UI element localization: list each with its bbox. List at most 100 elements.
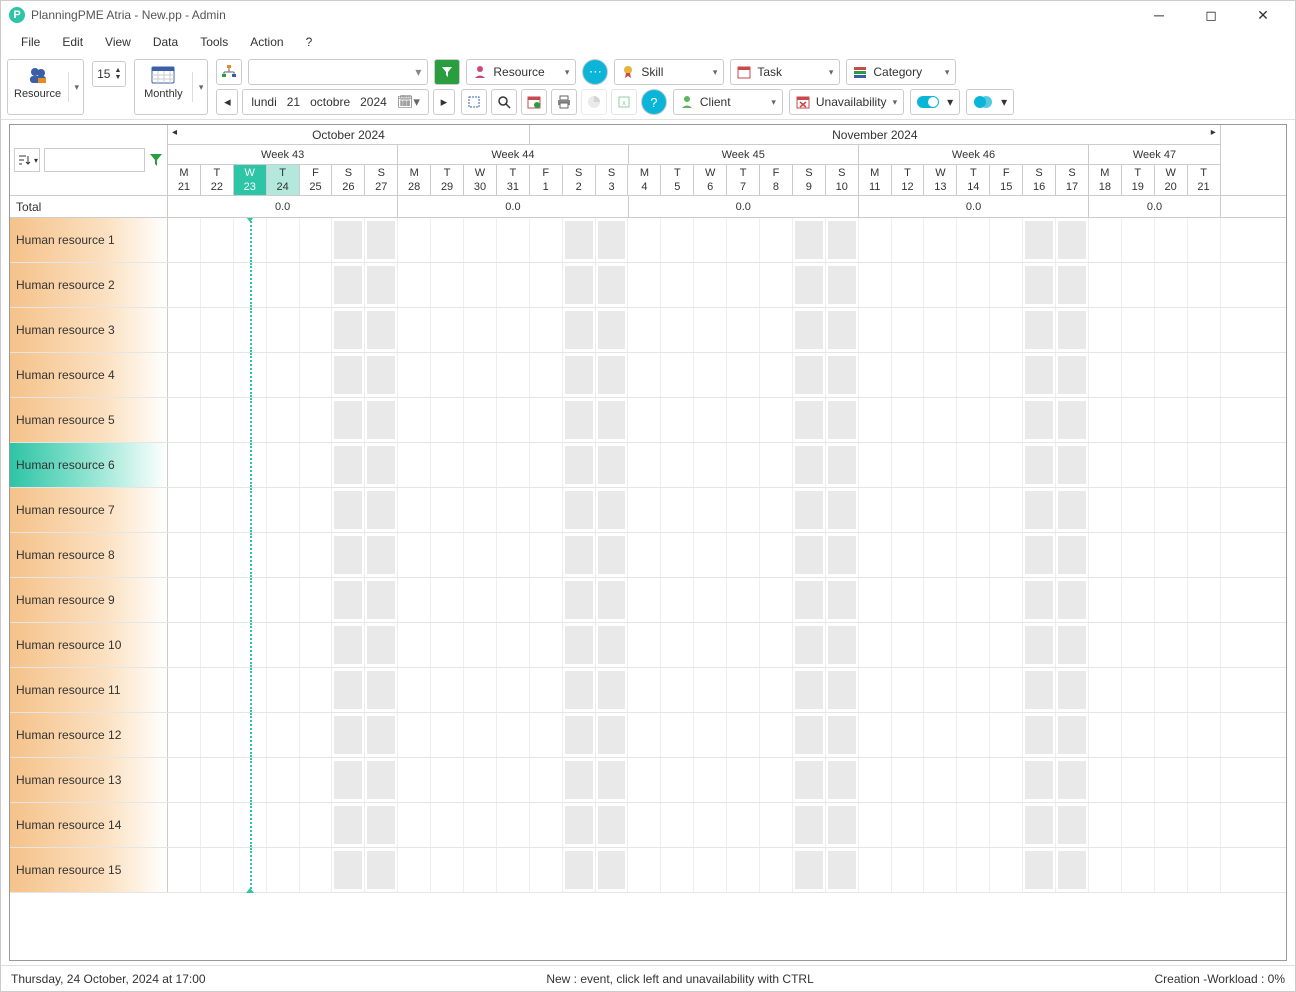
schedule-cell[interactable] [957, 308, 990, 352]
schedule-cell[interactable] [859, 713, 892, 757]
schedule-cell[interactable] [431, 488, 464, 532]
schedule-cell[interactable] [1023, 668, 1056, 712]
schedule-cell[interactable] [300, 218, 333, 262]
schedule-cell[interactable] [563, 848, 596, 892]
schedule-cell[interactable] [530, 713, 563, 757]
schedule-cell[interactable] [628, 488, 661, 532]
schedule-cell[interactable] [530, 218, 563, 262]
schedule-cell[interactable] [431, 263, 464, 307]
schedule-cell[interactable] [1056, 668, 1089, 712]
schedule-cell[interactable] [727, 218, 760, 262]
schedule-cell[interactable] [1023, 308, 1056, 352]
day-header[interactable]: M28 [398, 165, 431, 195]
schedule-cell[interactable] [727, 803, 760, 847]
schedule-cell[interactable] [431, 848, 464, 892]
schedule-cell[interactable] [365, 443, 398, 487]
schedule-cell[interactable] [1056, 848, 1089, 892]
schedule-cell[interactable] [1122, 623, 1155, 667]
schedule-cell[interactable] [234, 758, 267, 802]
schedule-cell[interactable] [826, 263, 859, 307]
toggle-b[interactable]: ▾ [966, 89, 1014, 115]
schedule-cell[interactable] [1089, 488, 1122, 532]
schedule-cell[interactable] [1155, 308, 1188, 352]
schedule-cell[interactable] [1188, 668, 1221, 712]
schedule-cell[interactable] [826, 533, 859, 577]
schedule-cell[interactable] [990, 533, 1023, 577]
schedule-cell[interactable] [332, 488, 365, 532]
schedule-cell[interactable] [760, 443, 793, 487]
resource-label[interactable]: Human resource 10 [10, 623, 168, 667]
schedule-cell[interactable] [332, 578, 365, 622]
schedule-cell[interactable] [826, 578, 859, 622]
schedule-cell[interactable] [168, 803, 201, 847]
schedule-cell[interactable] [1089, 218, 1122, 262]
schedule-cell[interactable] [332, 308, 365, 352]
day-header[interactable]: M11 [859, 165, 892, 195]
schedule-cell[interactable] [1155, 443, 1188, 487]
schedule-cell[interactable] [234, 353, 267, 397]
menu-view[interactable]: View [95, 31, 141, 53]
schedule-cell[interactable] [398, 848, 431, 892]
schedule-cell[interactable] [1188, 623, 1221, 667]
schedule-cell[interactable] [1155, 263, 1188, 307]
schedule-cell[interactable] [201, 758, 234, 802]
schedule-cell[interactable] [727, 308, 760, 352]
schedule-cell[interactable] [497, 263, 530, 307]
schedule-cell[interactable] [924, 353, 957, 397]
schedule-cell[interactable] [1122, 443, 1155, 487]
schedule-cell[interactable] [1122, 578, 1155, 622]
schedule-cell[interactable] [694, 713, 727, 757]
schedule-cell[interactable] [464, 848, 497, 892]
schedule-cell[interactable] [300, 758, 333, 802]
schedule-cell[interactable] [332, 218, 365, 262]
spinner-down[interactable]: ▼ [114, 74, 121, 81]
schedule-cell[interactable] [694, 668, 727, 712]
schedule-cell[interactable] [793, 578, 826, 622]
schedule-cell[interactable] [1155, 353, 1188, 397]
schedule-cell[interactable] [892, 533, 925, 577]
unavailability-filter-dropdown[interactable]: Unavailability ▾ [789, 89, 904, 115]
schedule-cell[interactable] [365, 758, 398, 802]
schedule-cell[interactable] [201, 218, 234, 262]
schedule-cell[interactable] [1089, 848, 1122, 892]
schedule-cell[interactable] [957, 263, 990, 307]
schedule-cell[interactable] [168, 218, 201, 262]
schedule-cell[interactable] [1023, 218, 1056, 262]
day-header[interactable]: S17 [1056, 165, 1089, 195]
schedule-cell[interactable] [661, 398, 694, 442]
schedule-cell[interactable] [267, 758, 300, 802]
schedule-cell[interactable] [464, 533, 497, 577]
schedule-cell[interactable] [1089, 398, 1122, 442]
schedule-cell[interactable] [924, 758, 957, 802]
schedule-cell[interactable] [1089, 803, 1122, 847]
schedule-cell[interactable] [826, 758, 859, 802]
schedule-cell[interactable] [596, 398, 629, 442]
schedule-cell[interactable] [1122, 263, 1155, 307]
schedule-cell[interactable] [892, 443, 925, 487]
day-header[interactable]: W30 [464, 165, 497, 195]
schedule-cell[interactable] [398, 623, 431, 667]
schedule-cell[interactable] [924, 218, 957, 262]
schedule-cell[interactable] [1089, 443, 1122, 487]
schedule-cell[interactable] [398, 218, 431, 262]
day-header[interactable]: S2 [563, 165, 596, 195]
schedule-cell[interactable] [760, 488, 793, 532]
schedule-cell[interactable] [694, 308, 727, 352]
schedule-cell[interactable] [267, 488, 300, 532]
schedule-cell[interactable] [990, 578, 1023, 622]
schedule-cell[interactable] [365, 308, 398, 352]
schedule-cell[interactable] [957, 218, 990, 262]
schedule-cell[interactable] [1056, 218, 1089, 262]
print-button[interactable] [551, 89, 577, 115]
schedule-cell[interactable] [267, 713, 300, 757]
schedule-cell[interactable] [530, 263, 563, 307]
schedule-cell[interactable] [826, 668, 859, 712]
schedule-cell[interactable] [1155, 848, 1188, 892]
schedule-cell[interactable] [365, 398, 398, 442]
minimize-button[interactable]: ─ [1139, 3, 1179, 27]
schedule-cell[interactable] [267, 263, 300, 307]
schedule-cell[interactable] [760, 848, 793, 892]
schedule-cell[interactable] [1023, 848, 1056, 892]
day-header[interactable]: S9 [793, 165, 826, 195]
schedule-cell[interactable] [332, 668, 365, 712]
